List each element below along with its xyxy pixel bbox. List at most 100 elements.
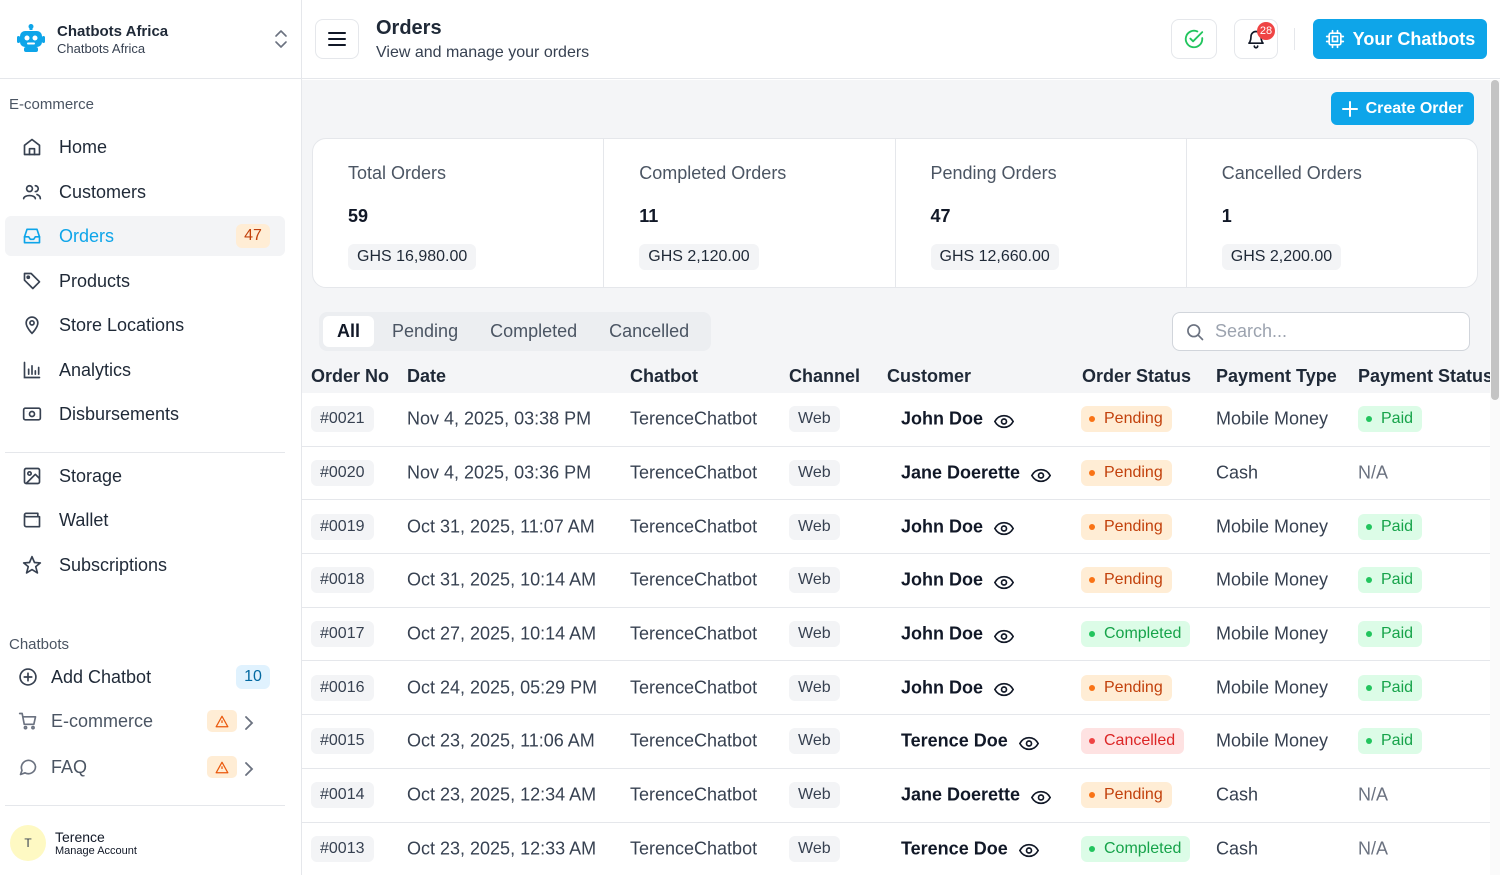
tab-all[interactable]: All — [323, 316, 375, 347]
stat-pending-orders: Pending Orders 47 GHS 12,660.00 — [896, 139, 1187, 287]
table-row[interactable]: #0016 Oct 24, 2025, 05:29 PM TerenceChatbo… — [302, 661, 1490, 716]
sidebar-item-customers[interactable]: Customers — [5, 172, 285, 212]
workspace-switcher[interactable]: Chatbots Africa Chatbots Africa — [0, 0, 301, 79]
order-number[interactable]: #0016 — [311, 674, 374, 701]
payment-type: Cash — [1216, 838, 1259, 859]
sidebar-item-ecommerce-bot[interactable]: E-commerce — [5, 701, 285, 741]
customer-name: John Doe — [901, 569, 984, 590]
sidebar-item-disbursements[interactable]: Disbursements — [5, 394, 285, 434]
order-status-badge: Pending — [1081, 460, 1172, 487]
order-number[interactable]: #0018 — [311, 567, 374, 594]
status-dot — [1089, 845, 1095, 852]
tab-cancelled[interactable]: Cancelled — [595, 316, 703, 347]
payment-type: Mobile Money — [1216, 569, 1329, 590]
col-customer[interactable]: Customer — [887, 366, 971, 387]
orders-table: Order No Date Chatbot Channel Customer O… — [302, 359, 1490, 875]
order-number[interactable]: #0017 — [311, 621, 374, 648]
order-status-text: Cancelled — [1104, 732, 1176, 750]
vertical-scrollbar[interactable] — [1490, 80, 1500, 875]
sidebar-item-storage[interactable]: Storage — [5, 456, 285, 496]
eye-icon[interactable] — [1030, 466, 1052, 482]
status-dot — [1089, 523, 1095, 530]
eye-icon[interactable] — [1018, 842, 1039, 858]
stat-total-orders: Total Orders 59 GHS 16,980.00 — [313, 139, 605, 287]
users-icon — [21, 181, 43, 203]
table-row[interactable]: #0018 Oct 31, 2025, 10:14 AM TerenceChatbo… — [302, 554, 1490, 608]
col-order-status[interactable]: Order Status — [1082, 366, 1191, 387]
create-order-label: Create Order — [1365, 99, 1464, 117]
tab-completed[interactable]: Completed — [476, 316, 591, 347]
table-row[interactable]: #0020 Nov 4, 2025, 03:36 PM TerenceChatbot… — [302, 446, 1490, 501]
col-chatbot[interactable]: Chatbot — [630, 366, 698, 387]
payment-status-badge: Paid — [1358, 728, 1423, 755]
page-subtitle: View and manage your orders — [376, 44, 590, 61]
eye-icon[interactable] — [993, 627, 1015, 643]
sidebar-item-store-locations[interactable]: Store Locations — [5, 305, 285, 345]
your-chatbots-button[interactable]: Your Chatbots — [1313, 19, 1487, 59]
order-number[interactable]: #0013 — [311, 835, 374, 862]
channel-badge: Web — [789, 513, 840, 540]
status-check-button[interactable] — [1171, 19, 1217, 59]
search-input[interactable] — [1215, 321, 1455, 342]
table-row[interactable]: #0019 Oct 31, 2025, 11:07 AM TerenceChatbo… — [302, 500, 1490, 555]
order-number[interactable]: #0021 — [311, 406, 374, 433]
order-date: Oct 31, 2025, 11:07 AM — [407, 516, 595, 537]
payment-type: Mobile Money — [1216, 408, 1329, 429]
eye-icon[interactable] — [993, 681, 1015, 697]
avatar: T — [10, 825, 46, 861]
tab-pending[interactable]: Pending — [378, 316, 472, 347]
map-pin-icon — [21, 314, 43, 336]
col-payment-type[interactable]: Payment Type — [1216, 366, 1337, 387]
search-icon — [1187, 323, 1204, 340]
order-number[interactable]: #0019 — [311, 513, 374, 540]
sidebar-item-orders[interactable]: Orders 47 — [5, 216, 285, 256]
chevron-right-icon — [243, 760, 255, 776]
table-row[interactable]: #0014 Oct 23, 2025, 12:34 AM TerenceChatbo… — [302, 768, 1490, 823]
table-row[interactable]: #0021 Nov 4, 2025, 03:38 PM TerenceChatbot… — [302, 393, 1490, 447]
eye-icon[interactable] — [1030, 788, 1052, 804]
order-chatbot: TerenceChatbot — [630, 730, 758, 751]
order-status-text: Pending — [1104, 517, 1163, 535]
customer-name: Terence Doe — [901, 730, 1008, 751]
create-order-button[interactable]: Create Order — [1331, 92, 1474, 125]
table-row[interactable]: #0015 Oct 23, 2025, 11:06 AM TerenceChatbo… — [302, 715, 1490, 769]
scrollbar-thumb[interactable] — [1491, 80, 1499, 400]
col-payment-status[interactable]: Payment Status — [1358, 366, 1490, 387]
eye-icon[interactable] — [1018, 734, 1039, 751]
stat-amount: GHS 12,660.00 — [930, 244, 1059, 270]
brand-name: Chatbots Africa — [57, 22, 169, 40]
payment-status-text: Paid — [1381, 410, 1414, 428]
order-number[interactable]: #0015 — [311, 728, 374, 755]
order-status-text: Completed — [1104, 839, 1182, 857]
sidebar-item-add-chatbot[interactable]: Add Chatbot 10 — [5, 657, 285, 697]
account-menu[interactable]: T Terence Manage Account — [10, 825, 137, 861]
header-divider — [1294, 28, 1295, 50]
channel-badge: Web — [789, 460, 840, 487]
eye-icon[interactable] — [993, 412, 1015, 429]
sidebar-item-analytics[interactable]: Analytics — [5, 350, 285, 390]
menu-toggle-button[interactable] — [315, 19, 359, 59]
col-order-no[interactable]: Order No — [311, 366, 389, 387]
table-row[interactable]: #0017 Oct 27, 2025, 10:14 AM TerenceChatbo… — [302, 607, 1490, 662]
section-label-chatbots: Chatbots — [9, 636, 70, 653]
sidebar-item-subscriptions[interactable]: Subscriptions — [5, 545, 285, 585]
stat-amount: GHS 2,200.00 — [1221, 244, 1342, 270]
customer-cell: John Doe — [901, 624, 1015, 645]
section-label-ecommerce: E-commerce — [9, 96, 95, 113]
eye-icon[interactable] — [993, 573, 1015, 590]
sidebar-item-label: Storage — [59, 465, 123, 486]
col-date[interactable]: Date — [407, 366, 446, 387]
table-header: Order No Date Chatbot Channel Customer O… — [302, 359, 1490, 393]
sidebar-item-wallet[interactable]: Wallet — [5, 500, 285, 540]
search-box — [1172, 312, 1470, 351]
sidebar-item-faq-bot[interactable]: FAQ — [5, 747, 285, 787]
inbox-icon — [21, 225, 43, 247]
sidebar-item-home[interactable]: Home — [5, 127, 285, 167]
sidebar-item-products[interactable]: Products — [5, 261, 285, 301]
order-number[interactable]: #0014 — [311, 782, 374, 809]
order-number[interactable]: #0020 — [311, 460, 374, 487]
eye-icon[interactable] — [993, 520, 1015, 536]
table-row[interactable]: #0013 Oct 23, 2025, 12:33 AM TerenceChatbo… — [302, 822, 1490, 875]
col-channel[interactable]: Channel — [789, 366, 860, 387]
notifications-button[interactable]: 28 — [1234, 19, 1278, 59]
